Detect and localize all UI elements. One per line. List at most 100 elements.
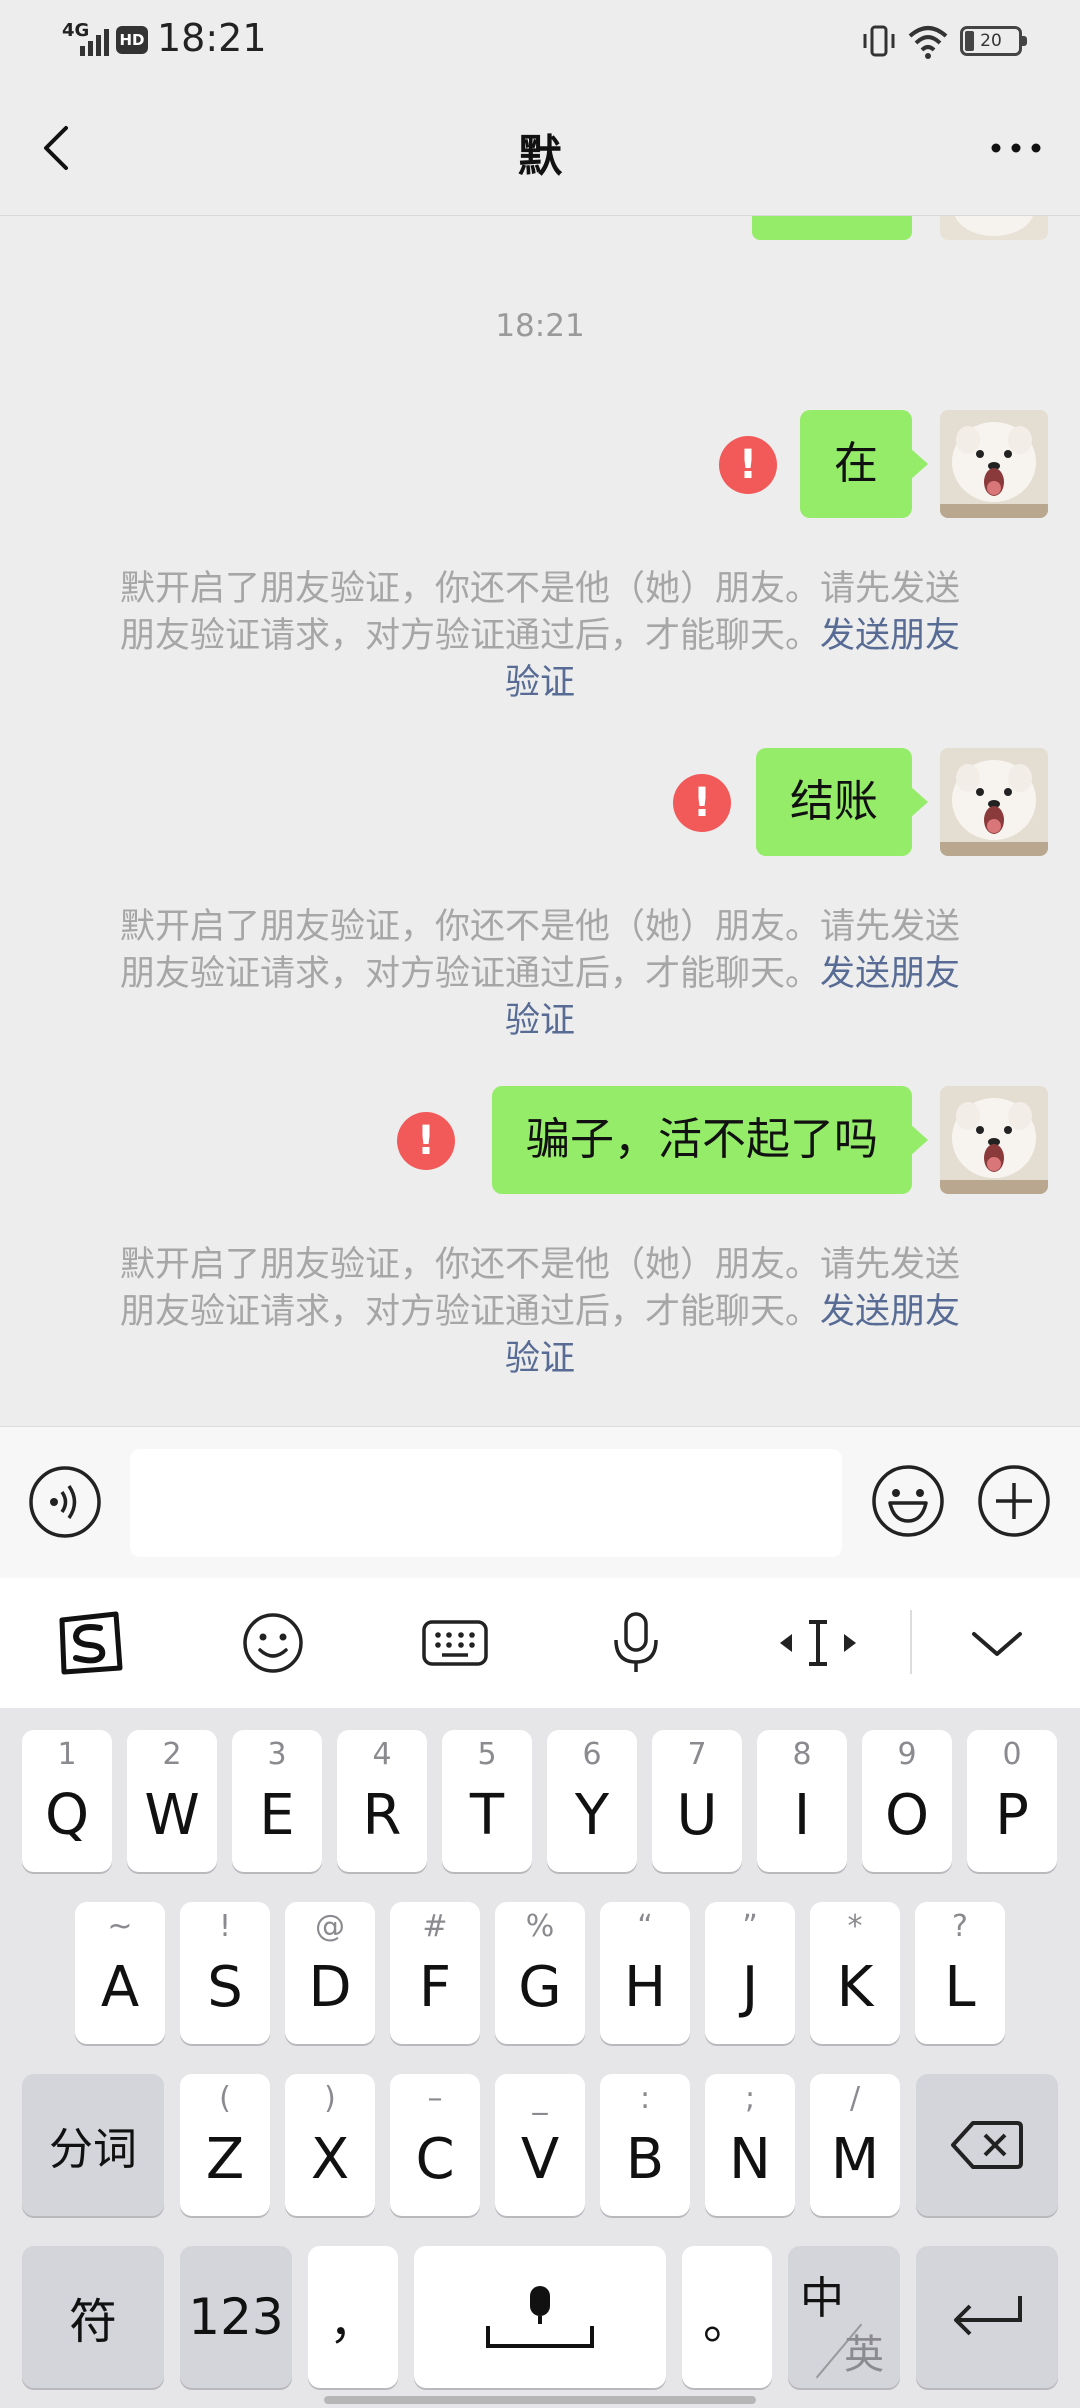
system-notice-line: 朋友验证请求，对方验证通过后，才能聊天。	[119, 1292, 820, 1332]
send-verification-link[interactable]: 发送朋友	[820, 616, 960, 656]
key-enter[interactable]	[916, 2246, 1058, 2388]
key-hint: 1	[57, 1737, 77, 1772]
sogou-logo-icon[interactable]	[54, 1610, 126, 1676]
message-bubble[interactable]: 结账	[756, 748, 928, 856]
space-mic-icon	[486, 2286, 594, 2348]
key-hint: 2	[162, 1737, 182, 1772]
send-verification-link[interactable]: 验证	[90, 998, 990, 1045]
send-verification-link[interactable]: 验证	[90, 1336, 990, 1383]
key-g[interactable]: % G	[495, 1902, 585, 2044]
input-bar	[0, 1426, 1080, 1578]
key-hint: (	[219, 2081, 231, 2116]
message-row: ! 结账	[0, 748, 1080, 856]
key-label: A	[100, 1955, 140, 2020]
enter-icon	[954, 2296, 1022, 2336]
toolbar-divider	[910, 1610, 912, 1674]
key-hint: ~	[107, 1909, 133, 1944]
enter-key-body	[916, 2246, 1058, 2388]
avatar[interactable]	[940, 410, 1048, 518]
key-hint: @	[315, 1909, 345, 1944]
key-e[interactable]: 3E	[232, 1730, 322, 1872]
backspace-key-body	[916, 2074, 1058, 2216]
avatar[interactable]	[940, 748, 1048, 856]
key-a[interactable]: ~ A	[75, 1902, 165, 2044]
key-hint: )	[324, 2081, 336, 2116]
message-bubble[interactable]: 在	[800, 410, 928, 518]
key-hint: –	[427, 2081, 443, 2116]
message-input[interactable]	[130, 1449, 842, 1557]
key-t[interactable]: 5T	[442, 1730, 532, 1872]
key-m[interactable]: / M	[810, 2074, 900, 2216]
send-failed-icon[interactable]: !	[673, 774, 731, 832]
key-label: Q	[44, 1783, 90, 1848]
key-comma[interactable]: ，	[308, 2246, 398, 2388]
key-backspace[interactable]	[916, 2074, 1058, 2216]
key-label: T	[469, 1783, 505, 1848]
send-verification-link[interactable]: 发送朋友	[820, 1292, 960, 1332]
key-b[interactable]: :B	[600, 2074, 690, 2216]
microphone-icon[interactable]	[606, 1610, 666, 1676]
key-r[interactable]: 4R	[337, 1730, 427, 1872]
key-period[interactable]: 。	[682, 2246, 772, 2388]
keyboard-layout-icon[interactable]	[420, 1610, 490, 1676]
cursor-move-icon[interactable]	[776, 1610, 860, 1676]
voice-input-icon[interactable]	[28, 1465, 102, 1539]
status-time: 18:21	[157, 16, 267, 60]
emoji-keyboard-icon[interactable]	[240, 1610, 306, 1676]
send-verification-link[interactable]: 验证	[90, 660, 990, 707]
chat-title: 默	[518, 131, 562, 182]
emoji-icon[interactable]	[870, 1463, 946, 1539]
key-space[interactable]	[414, 2246, 666, 2388]
key-u[interactable]: 7U	[652, 1730, 742, 1872]
key-o[interactable]: 9O	[862, 1730, 952, 1872]
avatar[interactable]	[940, 1086, 1048, 1194]
key-label: K	[836, 1955, 874, 2020]
key-label: J	[741, 1955, 759, 2020]
key-q[interactable]: 1Q	[22, 1730, 112, 1872]
system-notice: 默开启了朋友验证，你还不是他（她）朋友。请先发送 朋友验证请求，对方验证通过后，…	[90, 1242, 990, 1383]
key-y[interactable]: 6Y	[547, 1730, 637, 1872]
plus-icon[interactable]	[976, 1463, 1052, 1539]
key-f[interactable]: # F	[390, 1902, 480, 2044]
key-k[interactable]: * K	[810, 1902, 900, 2044]
key-hint: 7	[687, 1737, 707, 1772]
key-numbers[interactable]: 123	[180, 2246, 292, 2388]
send-verification-link[interactable]: 发送朋友	[820, 954, 960, 994]
key-h[interactable]: “H	[600, 1902, 690, 2044]
message-timestamp: 18:21	[495, 308, 585, 344]
key-hint: 4	[372, 1737, 392, 1772]
send-failed-icon[interactable]: !	[719, 436, 777, 494]
collapse-keyboard-icon[interactable]	[966, 1610, 1028, 1676]
avatar[interactable]	[940, 216, 1048, 240]
key-i[interactable]: 8I	[757, 1730, 847, 1872]
key-fenci[interactable]: 分词	[22, 2074, 164, 2216]
key-z[interactable]: (Z	[180, 2074, 270, 2216]
key-label: S	[207, 1955, 243, 2020]
message-bubble-partial[interactable]	[752, 216, 912, 240]
more-icon[interactable]	[986, 126, 1046, 170]
key-j[interactable]: ” J	[705, 1902, 795, 2044]
key-hint: !	[218, 1909, 232, 1944]
key-p[interactable]: 0P	[967, 1730, 1057, 1872]
key-d[interactable]: @ D	[285, 1902, 375, 2044]
message-list[interactable]: 18:21 ! 在 默开启了朋友验证，你还不是他（她）朋友。请先发送 朋友验证请…	[0, 216, 1080, 1426]
message-bubble[interactable]: 骗子，活不起了吗	[492, 1086, 928, 1194]
hd-badge: HD	[116, 26, 148, 54]
key-s[interactable]: ! S	[180, 1902, 270, 2044]
key-label: 分词	[49, 2124, 137, 2175]
home-indicator[interactable]	[324, 2396, 756, 2404]
key-n[interactable]: ; N	[705, 2074, 795, 2216]
key-c[interactable]: – C	[390, 2074, 480, 2216]
system-notice: 默开启了朋友验证，你还不是他（她）朋友。请先发送 朋友验证请求，对方验证通过后，…	[90, 566, 990, 707]
key-label: E	[259, 1783, 295, 1848]
key-w[interactable]: 2W	[127, 1730, 217, 1872]
key-label: 。	[702, 2294, 751, 2350]
key-l[interactable]: ? L	[915, 1902, 1005, 2044]
key-symbols[interactable]: 符	[22, 2246, 164, 2388]
key-x[interactable]: ) X	[285, 2074, 375, 2216]
key-label: X	[310, 2127, 350, 2192]
key-lang-switch[interactable]: 中 英	[788, 2246, 900, 2388]
key-v[interactable]: _ V	[495, 2074, 585, 2216]
key-label: N	[729, 2127, 771, 2192]
send-failed-icon[interactable]: !	[397, 1112, 455, 1170]
